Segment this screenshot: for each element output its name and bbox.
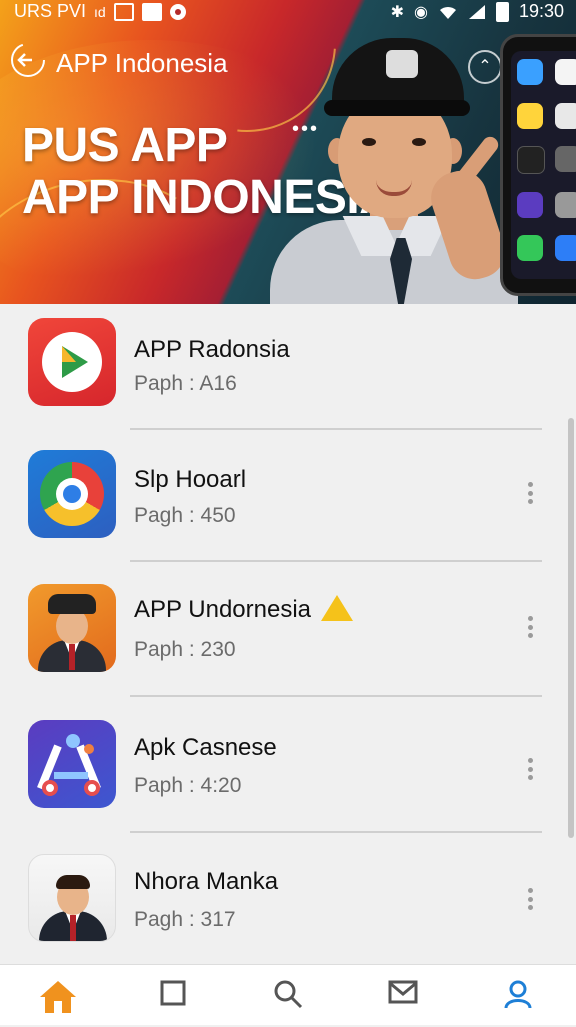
screen-title: APP Indonesia xyxy=(56,47,228,78)
compass-ab-icon xyxy=(28,720,116,808)
app-name: APP Radonsia xyxy=(134,336,290,363)
hero-banner: URS PVI ıd ✱ ◉ 19:30 APP Indonesia ⌃ •••… xyxy=(0,0,576,304)
app-name: Nhora Manka xyxy=(134,868,279,895)
bluetooth-icon: ✱ xyxy=(390,3,404,21)
profile-icon xyxy=(504,980,531,1009)
list-item[interactable]: APP Radonsia Paph : A16 xyxy=(0,304,576,440)
nav-label xyxy=(345,1015,460,1027)
list-item[interactable]: Apk Casnese Paph : 4:20 xyxy=(0,708,576,844)
phone-mockup xyxy=(500,34,576,296)
nav-profile[interactable] xyxy=(460,965,575,1025)
app-subtitle: Paph : 230 xyxy=(134,638,236,661)
signal-icon xyxy=(468,4,485,19)
nav-messages[interactable] xyxy=(345,965,460,1025)
search-icon xyxy=(274,980,302,1009)
back-arrow-icon[interactable] xyxy=(10,42,46,84)
divider xyxy=(130,428,542,430)
more-options-icon[interactable] xyxy=(524,482,536,504)
more-options-icon[interactable] xyxy=(524,888,536,910)
status-bar: URS PVI ıd ✱ ◉ 19:30 xyxy=(0,0,576,24)
nav-home[interactable] xyxy=(0,965,115,1025)
app-name-row: APP Undornesia xyxy=(134,594,353,624)
app-name: Apk Casnese xyxy=(134,734,277,761)
notification-icon: ıd xyxy=(94,3,106,20)
divider xyxy=(130,560,542,562)
app-notification-icon xyxy=(169,3,186,20)
list-item[interactable]: Nhora Manka Pagh : 317 xyxy=(0,844,576,964)
nav-label xyxy=(0,1015,115,1027)
more-options-icon[interactable] xyxy=(524,758,536,780)
battery-icon xyxy=(495,1,509,22)
nav-label xyxy=(115,1015,230,1027)
more-options-icon[interactable] xyxy=(524,616,536,638)
warning-icon xyxy=(321,594,353,621)
scrollbar[interactable] xyxy=(568,418,574,838)
carrier-text: URS PVI xyxy=(14,1,87,21)
nav-label xyxy=(460,1015,575,1027)
clock: 19:30 xyxy=(518,1,564,21)
app-subtitle: Paph : A16 xyxy=(134,372,237,395)
gmail-icon xyxy=(141,2,162,21)
app-name: APP Undornesia xyxy=(134,596,311,623)
agent-avatar-icon xyxy=(28,584,116,672)
app-name: Slp Hooarl xyxy=(134,466,247,493)
play-store-icon xyxy=(28,318,116,406)
app-list: APP Radonsia Paph : A16 Slp Hooarl Pagh … xyxy=(0,304,576,964)
image-icon xyxy=(113,2,134,21)
list-item[interactable]: APP Undornesia Paph : 230 xyxy=(0,572,576,708)
wifi-icon xyxy=(439,6,456,19)
home-icon xyxy=(39,981,76,1013)
app-subtitle: Paph : 4:20 xyxy=(134,774,242,797)
divider xyxy=(130,831,542,833)
hero-boy-illustration xyxy=(262,28,522,304)
nav-label xyxy=(230,1015,345,1027)
square-icon xyxy=(160,980,185,1006)
alarm-icon: ◉ xyxy=(413,3,428,21)
mail-icon xyxy=(388,980,417,1004)
app-subtitle: Pagh : 450 xyxy=(134,504,236,527)
list-item[interactable]: Slp Hooarl Pagh : 450 xyxy=(0,440,576,576)
bottom-navigation xyxy=(0,964,576,1025)
nav-search[interactable] xyxy=(230,965,345,1025)
app-subtitle: Pagh : 317 xyxy=(134,908,236,931)
nav-tabs[interactable] xyxy=(115,965,230,1025)
chrome-icon xyxy=(28,450,116,538)
divider xyxy=(130,695,542,697)
man-avatar-icon xyxy=(28,854,116,942)
